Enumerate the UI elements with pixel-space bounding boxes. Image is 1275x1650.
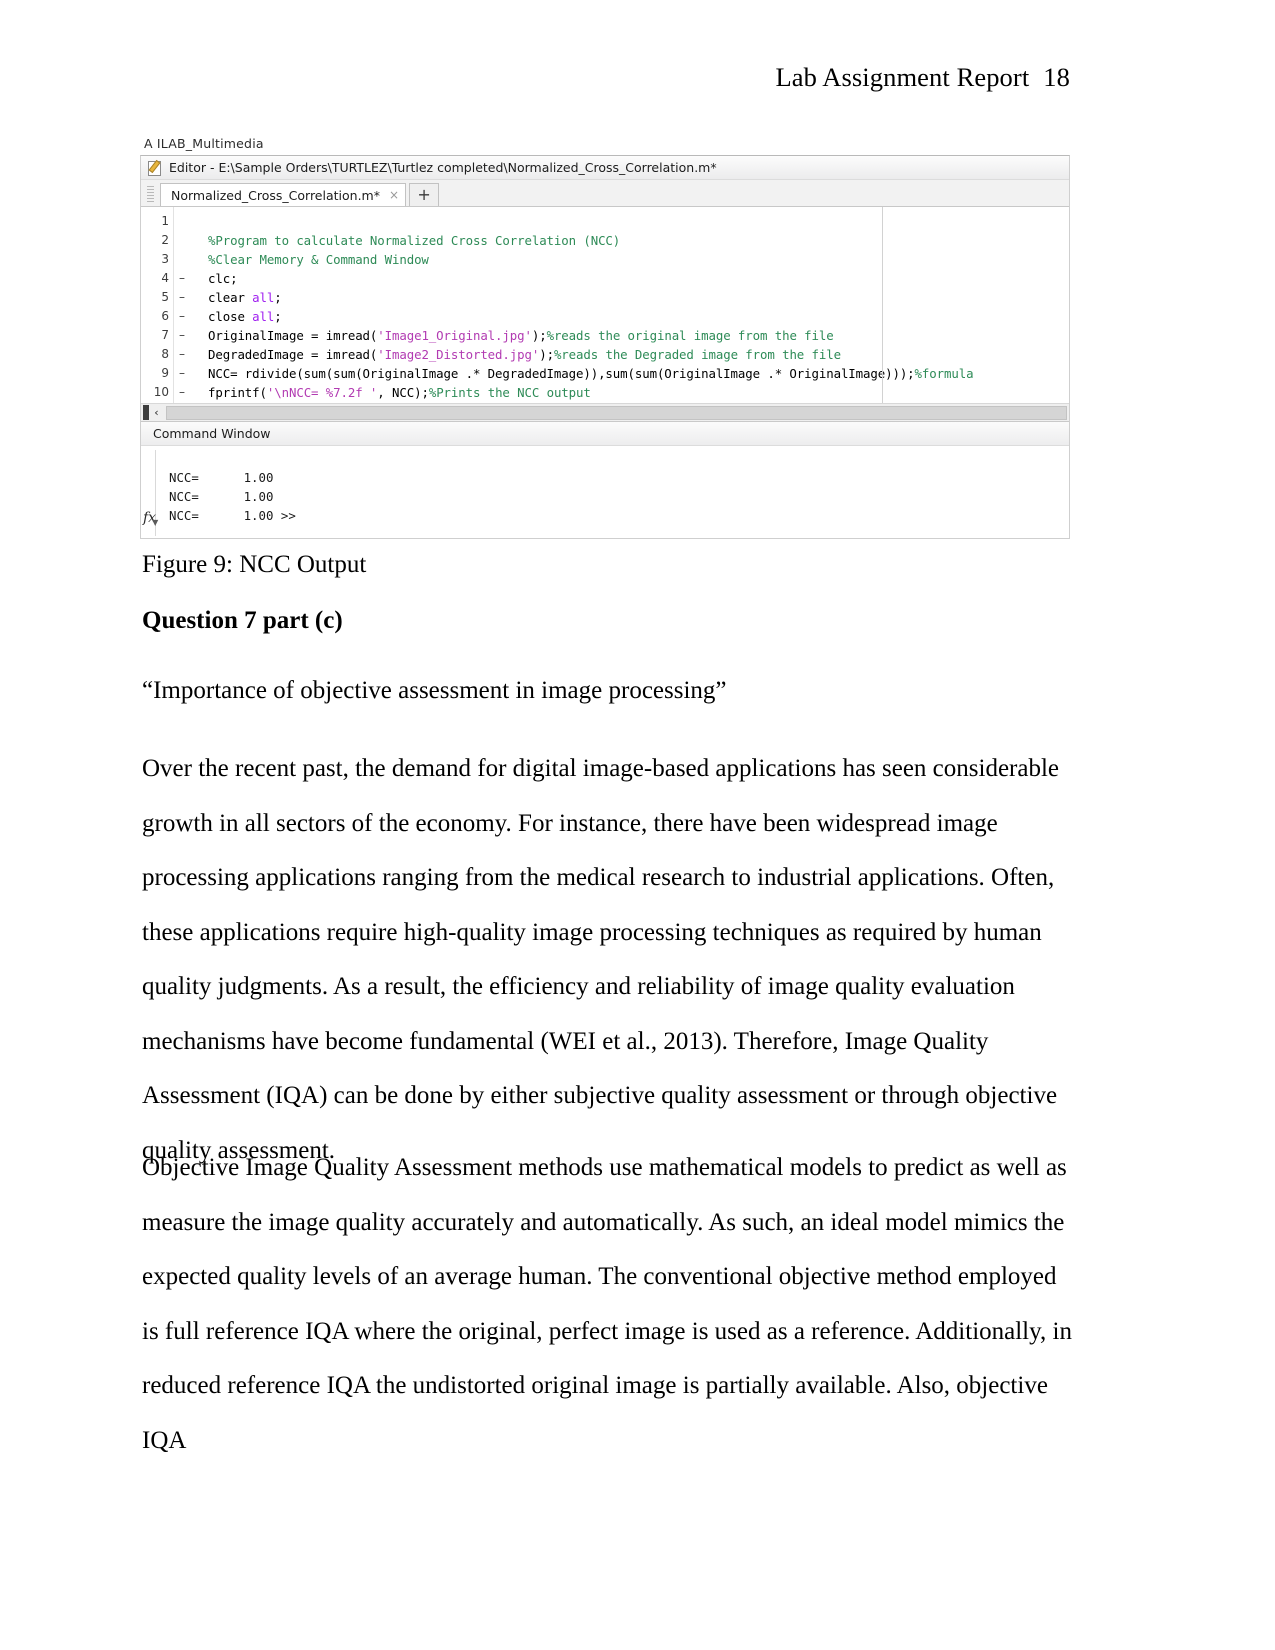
code-line: OriginalImage = imread('Image1_Original.… bbox=[208, 328, 834, 343]
chevron-left-icon[interactable]: ‹ bbox=[149, 406, 164, 419]
breakpoint-marker: – bbox=[179, 309, 185, 323]
line-number: 3 bbox=[161, 252, 169, 266]
code-line: clc; bbox=[208, 271, 238, 286]
line-number: 6 bbox=[161, 309, 169, 323]
line-number: 7 bbox=[161, 328, 169, 342]
editor-document-icon bbox=[147, 159, 162, 176]
body-paragraph-2: Objective Image Quality Assessment metho… bbox=[142, 1141, 1072, 1468]
command-output-line: NCC= 1.00 >> bbox=[169, 508, 296, 523]
editor-titlebar: Editor - E:\Sample Orders\TURTLEZ\Turtle… bbox=[141, 156, 1069, 180]
code-line: NCC= rdivide(sum(sum(OriginalImage .* De… bbox=[208, 366, 974, 381]
code-line: clear all; bbox=[208, 290, 282, 305]
breakpoint-marker: – bbox=[179, 385, 185, 399]
editor-code-area[interactable]: 1 2 3 4 5 6 7 8 9 10 – – – – – – – %Prog… bbox=[141, 207, 1069, 403]
line-number: 10 bbox=[153, 385, 169, 399]
scrollbar-thumb[interactable] bbox=[166, 405, 1067, 420]
line-number: 5 bbox=[161, 290, 169, 304]
running-header: Lab Assignment Report 18 bbox=[775, 62, 1070, 93]
new-tab-button[interactable]: + bbox=[409, 183, 440, 206]
editor-tab-normalized-cross-correlation[interactable]: Normalized_Cross_Correlation.m* × bbox=[160, 183, 407, 206]
editor-title-text: Editor - E:\Sample Orders\TURTLEZ\Turtle… bbox=[169, 160, 717, 175]
app-window-label: A ILAB_Multimedia bbox=[144, 136, 264, 151]
code-line: close all; bbox=[208, 309, 282, 324]
breakpoint-marker bbox=[174, 250, 190, 269]
body-paragraph-1: Over the recent past, the demand for dig… bbox=[142, 742, 1072, 1178]
breakpoint-marker bbox=[174, 212, 190, 231]
header-page-number: 18 bbox=[1043, 62, 1070, 92]
column-guide-line bbox=[882, 207, 883, 403]
breakpoint-marker: – bbox=[179, 328, 185, 342]
matlab-screenshot-figure: A ILAB_Multimedia Editor - E:\Sample Ord… bbox=[140, 136, 1070, 539]
code-line: %Program to calculate Normalized Cross C… bbox=[208, 233, 621, 248]
line-number: 8 bbox=[161, 347, 169, 361]
line-number: 1 bbox=[161, 214, 169, 228]
breakpoint-gutter[interactable]: – – – – – – – bbox=[174, 207, 190, 403]
code-line: fprintf('\nNCC= %7.2f ', NCC);%Prints th… bbox=[208, 385, 591, 400]
command-output-line: NCC= 1.00 bbox=[169, 470, 274, 485]
command-window-output: NCC= 1.00 NCC= 1.00 NCC= 1.00 >> bbox=[141, 468, 1069, 525]
command-window-body[interactable]: fx▼ NCC= 1.00 NCC= 1.00 NCC= 1.00 >> bbox=[141, 446, 1069, 538]
paragraph-text: Over the recent past, the demand for dig… bbox=[142, 755, 1060, 1164]
breakpoint-marker: – bbox=[179, 366, 185, 380]
paragraph-text: Objective Image Quality Assessment metho… bbox=[142, 1154, 1072, 1454]
line-number: 9 bbox=[161, 366, 169, 380]
matlab-window: Editor - E:\Sample Orders\TURTLEZ\Turtle… bbox=[140, 155, 1070, 539]
document-page: Lab Assignment Report 18 A ILAB_Multimedi… bbox=[0, 0, 1275, 1650]
line-number: 2 bbox=[161, 233, 169, 247]
fx-icon[interactable]: fx▼ bbox=[143, 510, 162, 527]
close-icon[interactable]: × bbox=[389, 189, 399, 201]
code-line: %Clear Memory & Command Window bbox=[208, 252, 429, 267]
command-window-title: Command Window bbox=[141, 421, 1069, 446]
header-title: Lab Assignment Report bbox=[775, 62, 1030, 92]
editor-tab-label: Normalized_Cross_Correlation.m* bbox=[171, 187, 380, 203]
breakpoint-marker: – bbox=[179, 271, 185, 285]
line-number: 4 bbox=[161, 271, 169, 285]
question-heading: Question 7 part (c) bbox=[142, 607, 343, 634]
code-text[interactable]: %Program to calculate Normalized Cross C… bbox=[190, 207, 1069, 403]
editor-tabstrip: Normalized_Cross_Correlation.m* × + bbox=[141, 180, 1069, 207]
breakpoint-marker bbox=[174, 231, 190, 250]
tab-drag-handle[interactable] bbox=[147, 186, 154, 204]
breakpoint-marker: – bbox=[179, 290, 185, 304]
code-line: DegradedImage = imread('Image2_Distorted… bbox=[208, 347, 841, 362]
figure-caption: Figure 9: NCC Output bbox=[142, 551, 367, 578]
line-number-gutter: 1 2 3 4 5 6 7 8 9 10 bbox=[141, 207, 174, 403]
breakpoint-marker: – bbox=[179, 347, 185, 361]
editor-horizontal-scrollbar[interactable]: ‹ bbox=[141, 403, 1069, 421]
quoted-prompt: “Importance of objective assessment in i… bbox=[142, 677, 727, 704]
command-output-line: NCC= 1.00 bbox=[169, 489, 274, 504]
